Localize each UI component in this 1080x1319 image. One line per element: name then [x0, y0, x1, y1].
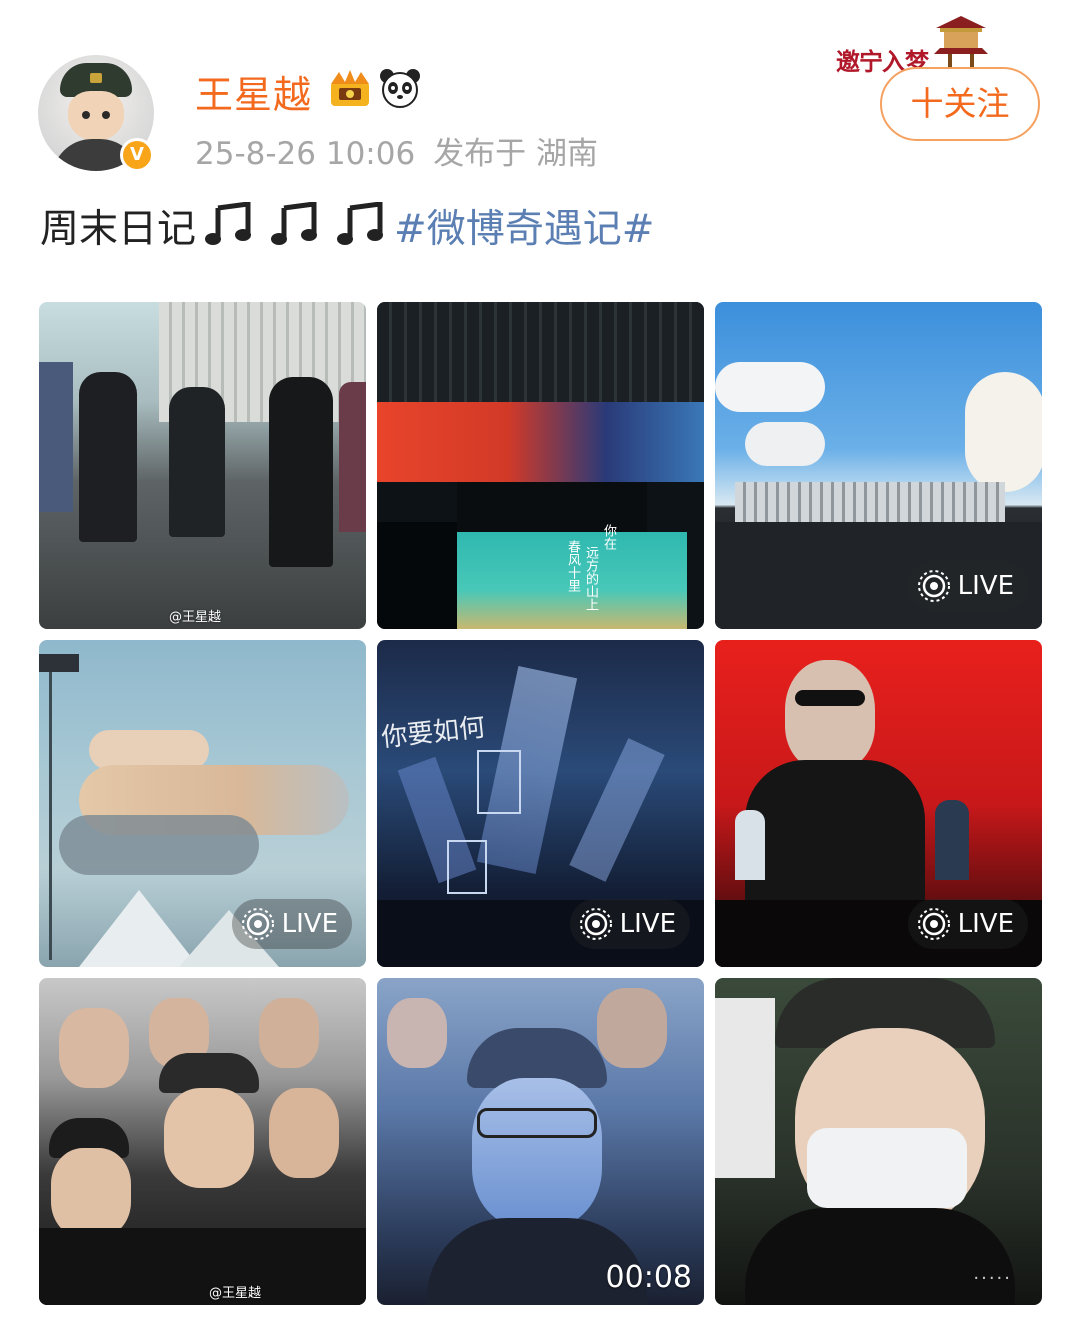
crown-member-icon [331, 70, 369, 106]
screen-lyrics-line: 春风十里 [565, 540, 580, 592]
post-meta: 25-8-26 10:06 发布于 湖南 [195, 128, 598, 173]
author-name[interactable]: 王星越 [195, 64, 312, 119]
screen-lyrics-line: 你在 [601, 524, 616, 550]
music-note-icon [271, 202, 318, 245]
hashtag-link[interactable]: #微博奇遇记# [394, 207, 654, 252]
photo-tile[interactable]: @王星越 [39, 302, 366, 629]
verified-badge-icon: V [120, 138, 154, 172]
photo-tile[interactable]: ····· [715, 978, 1042, 1305]
photo-tile[interactable]: @王星越 [39, 978, 366, 1305]
live-badge: LIVE [231, 899, 352, 949]
post-location: 发布于 湖南 [433, 136, 599, 172]
live-photo-icon [579, 908, 612, 940]
post-content: 周末日记 #微博奇遇记# [40, 200, 654, 260]
live-photo-icon [917, 908, 950, 940]
photo-tile[interactable]: 00:08 [377, 978, 704, 1305]
photo-watermark: @王星越 [169, 610, 222, 625]
photo-tile[interactable]: 你在 远方的山上 春风十里 [377, 302, 704, 629]
photo-tile[interactable]: 你要如何 LIVE [377, 640, 704, 967]
photo-watermark: @王星越 [209, 1286, 262, 1301]
live-badge: LIVE [569, 899, 690, 949]
live-badge: LIVE [907, 899, 1028, 949]
music-note-icon [205, 202, 252, 245]
corner-watermark: ····· [973, 1268, 1012, 1289]
follow-button[interactable]: 十关注 [880, 67, 1040, 141]
photo-tile[interactable]: LIVE [715, 640, 1042, 967]
live-photo-icon [917, 570, 950, 602]
screen-lyrics-line: 远方的山上 [583, 546, 598, 611]
panda-icon [380, 69, 420, 108]
video-duration: 00:08 [605, 1260, 692, 1295]
photo-tile[interactable]: LIVE [39, 640, 366, 967]
live-photo-icon [241, 908, 274, 940]
post-date: 25-8-26 10:06 [195, 136, 416, 172]
live-badge: LIVE [907, 561, 1028, 611]
photo-tile[interactable]: LIVE [715, 302, 1042, 629]
music-note-icon [337, 202, 384, 245]
post-text-main: 周末日记 [40, 207, 197, 252]
screen-lyrics-text: 你要如何 [379, 712, 487, 754]
